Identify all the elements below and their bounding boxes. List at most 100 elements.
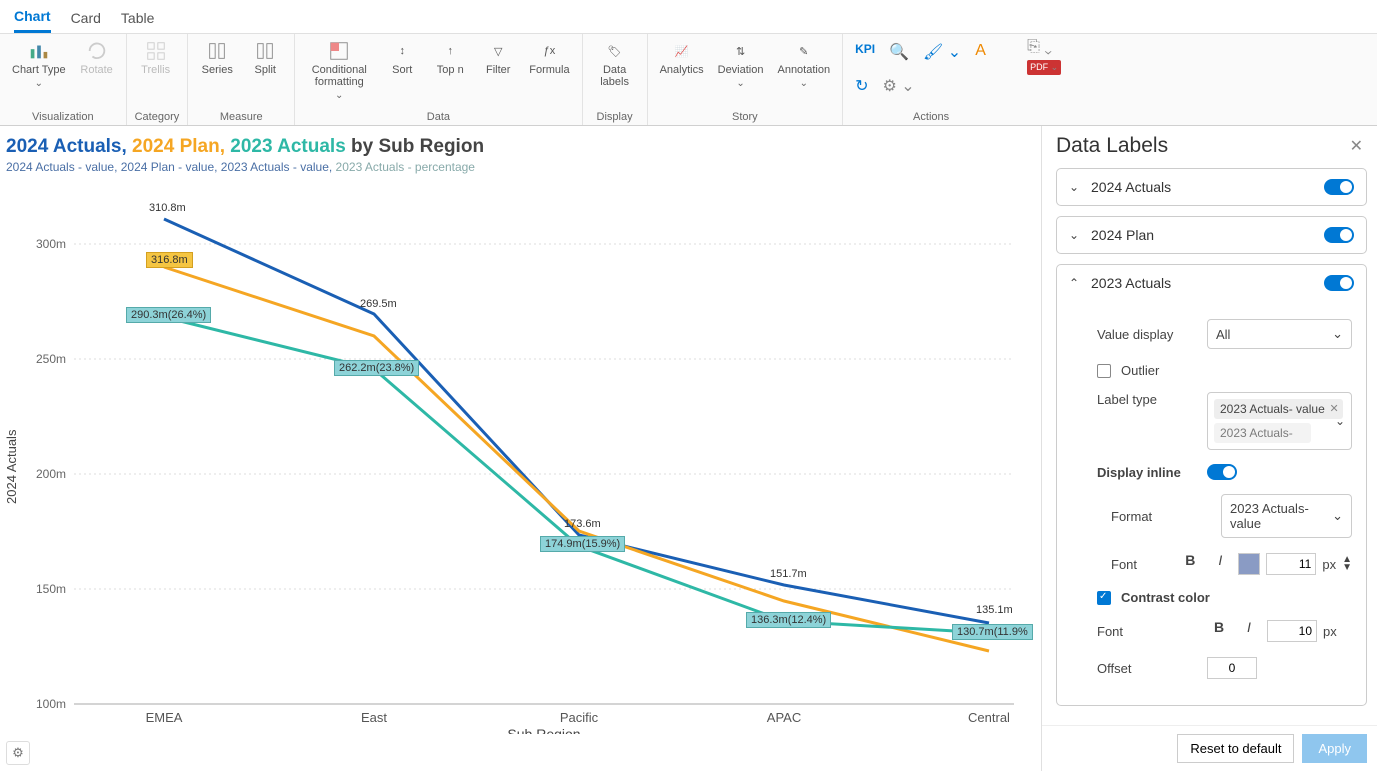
dl-173: 173.6m [564, 518, 601, 530]
chart-type-icon [28, 40, 50, 62]
dl-136: 136.3m(12.4%) [746, 612, 831, 628]
contrast-label: Contrast color [1121, 590, 1210, 605]
apply-button[interactable]: Apply [1302, 734, 1367, 763]
dl-262: 262.2m(23.8%) [334, 360, 419, 376]
bold2-button[interactable]: B [1207, 619, 1231, 643]
sort-button[interactable]: ↕ Sort [381, 38, 423, 78]
chevron-down-icon: ⌄ [1332, 326, 1343, 342]
stepper-icon[interactable]: ▲▼ [1342, 556, 1352, 572]
svg-text:100m: 100m [36, 697, 66, 711]
tab-table[interactable]: Table [121, 6, 154, 32]
toggle-display-inline[interactable] [1207, 464, 1237, 480]
tab-card[interactable]: Card [71, 6, 101, 32]
svg-text:Central: Central [968, 710, 1010, 725]
svg-text:300m: 300m [36, 237, 66, 251]
dl-151: 151.7m [770, 568, 807, 580]
svg-text:Pacific: Pacific [560, 710, 599, 725]
analytics-button[interactable]: 📈 Analytics [656, 38, 708, 78]
filter-icon: ▽ [487, 40, 509, 62]
dl-174: 174.9m(15.9%) [540, 536, 625, 552]
italic2-button[interactable]: I [1237, 619, 1261, 643]
deviation-button[interactable]: ⇅ Deviation ⌄ [714, 38, 768, 91]
export-icon[interactable]: ⎘ ⌄ [1027, 38, 1052, 56]
chevron-up-icon[interactable]: ⌃ [1069, 276, 1081, 290]
outlier-checkbox[interactable] [1097, 364, 1111, 378]
formula-button[interactable]: ƒx Formula [525, 38, 573, 78]
search-icon[interactable]: 🔍 [885, 38, 913, 66]
gear-icon[interactable]: ⚙ ⌄ [879, 72, 919, 100]
value-display-select[interactable]: All⌄ [1207, 319, 1352, 349]
series-2023-actuals-label: 2023 Actuals [1091, 275, 1314, 291]
settings-corner-icon[interactable]: ⚙ [6, 741, 30, 765]
dl-290: 290.3m(26.4%) [126, 307, 211, 323]
font-label: Font [1111, 557, 1168, 572]
dl-135: 135.1m [976, 604, 1013, 616]
italic-button[interactable]: I [1208, 552, 1232, 576]
series-2024-plan [164, 267, 989, 651]
analytics-icon: 📈 [671, 40, 693, 62]
pdf-icon[interactable]: PDF ⌄ [1027, 60, 1061, 75]
label-type-label: Label type [1097, 392, 1197, 407]
trellis-button[interactable]: Trellis [135, 38, 177, 78]
svg-text:2024 Actuals: 2024 Actuals [4, 429, 19, 504]
filter-button[interactable]: ▽ Filter [477, 38, 519, 78]
dl-310: 310.8m [149, 202, 186, 214]
value-display-label: Value display [1097, 327, 1197, 342]
bold-button[interactable]: B [1178, 552, 1202, 576]
group-visualization: Visualization [8, 109, 118, 123]
topn-icon: ↑ [439, 40, 461, 62]
split-icon [254, 40, 276, 62]
refresh-icon[interactable]: ↻ [851, 72, 872, 100]
format-label: Format [1111, 509, 1211, 524]
label-type-multiselect[interactable]: 2023 Actuals- value✕ 2023 Actuals- ⌄ [1207, 392, 1352, 450]
svg-text:East: East [361, 710, 387, 725]
offset-input[interactable] [1207, 657, 1257, 679]
group-data: Data [303, 109, 573, 123]
dl-269: 269.5m [360, 298, 397, 310]
group-actions: Actions [851, 109, 1011, 123]
annotation-icon: ✎ [793, 40, 815, 62]
series-2024-plan-label: 2024 Plan [1091, 227, 1314, 243]
group-category: Category [135, 109, 180, 123]
toggle-2023-actuals[interactable] [1324, 275, 1354, 291]
data-labels-button[interactable]: 🏷 Data labels [591, 38, 639, 90]
chevron-down-icon[interactable]: ⌄ [1069, 180, 1081, 194]
text-icon[interactable]: A [971, 38, 990, 64]
kpi-button[interactable]: KPI [851, 38, 879, 60]
chart-type-button[interactable]: Chart Type ⌄ [8, 38, 70, 91]
brush-icon[interactable]: 🖌 ⌄ [919, 38, 965, 66]
svg-text:250m: 250m [36, 352, 66, 366]
tag-icon: 🏷 [604, 40, 626, 62]
chevron-down-icon: ⌄ [1332, 508, 1343, 524]
series-2024-actuals [164, 219, 989, 623]
close-icon[interactable]: ✕ [1350, 136, 1363, 156]
format-select[interactable]: 2023 Actuals- value⌄ [1221, 494, 1352, 538]
deviation-icon: ⇅ [730, 40, 752, 62]
svg-text:150m: 150m [36, 582, 66, 596]
font-size-input[interactable] [1266, 553, 1316, 575]
offset-label: Offset [1097, 661, 1197, 676]
font-color-swatch[interactable] [1238, 553, 1260, 575]
cond-fmt-button[interactable]: Conditional formatting ⌄ [303, 38, 375, 103]
series-button[interactable]: Series [196, 38, 238, 78]
group-display: Display [591, 109, 639, 123]
toggle-2024-plan[interactable] [1324, 227, 1354, 243]
series-2024-actuals-label: 2024 Actuals [1091, 179, 1314, 195]
split-button[interactable]: Split [244, 38, 286, 78]
formula-icon: ƒx [538, 40, 560, 62]
contrast-checkbox[interactable] [1097, 591, 1111, 605]
font2-size-input[interactable] [1267, 620, 1317, 642]
topn-button[interactable]: ↑ Top n [429, 38, 471, 78]
reset-button[interactable]: Reset to default [1177, 734, 1294, 763]
chevron-down-icon[interactable]: ⌄ [1069, 228, 1081, 242]
rotate-button[interactable]: Rotate [76, 38, 118, 78]
group-measure: Measure [196, 109, 286, 123]
rotate-icon [86, 40, 108, 62]
data-labels-panel: Data Labels ✕ ⌄ 2024 Actuals ⌄ 2024 Plan [1041, 126, 1377, 771]
tab-chart[interactable]: Chart [14, 4, 51, 33]
annotation-button[interactable]: ✎ Annotation ⌄ [773, 38, 834, 91]
chevron-down-icon[interactable]: ⌄ [1335, 414, 1345, 428]
group-story: Story [656, 109, 835, 123]
svg-text:APAC: APAC [767, 710, 801, 725]
toggle-2024-actuals[interactable] [1324, 179, 1354, 195]
